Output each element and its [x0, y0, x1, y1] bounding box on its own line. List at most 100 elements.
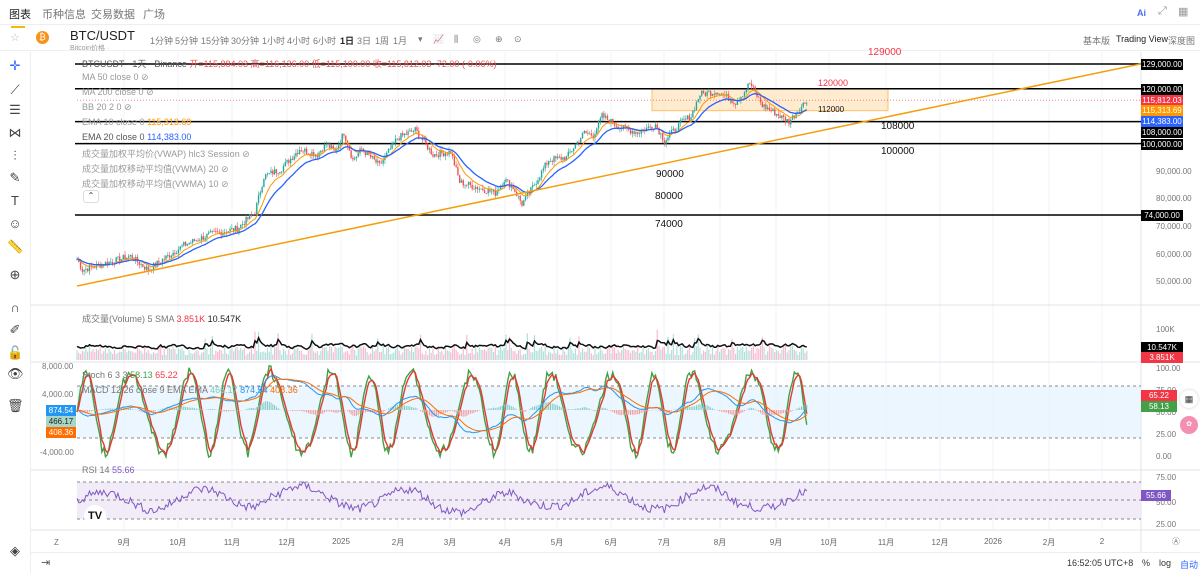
layers-icon[interactable]: ◈: [7, 543, 23, 559]
tf-4h[interactable]: 4小时: [287, 34, 310, 47]
macd-hist-bar: [384, 410, 386, 412]
candle-body: [715, 92, 717, 95]
assistant-icon[interactable]: ✿: [1180, 416, 1198, 434]
tf-3d[interactable]: 3日: [357, 34, 371, 47]
tab-square[interactable]: 广场: [143, 6, 165, 22]
ruler-icon[interactable]: 📏: [7, 239, 23, 255]
macd-hist-bar: [444, 410, 446, 413]
eye-off-icon[interactable]: ⊘: [146, 87, 154, 97]
mode-depth[interactable]: 深度图: [1168, 34, 1195, 47]
volume-bar: [236, 346, 238, 360]
log-toggle[interactable]: log: [1159, 558, 1171, 568]
timezone-label[interactable]: Z: [54, 538, 59, 547]
legend-vwma10[interactable]: 成交量加权移动平均值(VWMA) 10 ⊘: [82, 177, 229, 190]
more-timeframes-icon[interactable]: ▾: [418, 34, 423, 45]
trendline-icon[interactable]: ⟋: [7, 82, 23, 98]
tf-1m[interactable]: 1分钟: [150, 34, 173, 47]
collapse-legend-button[interactable]: ⌃: [83, 190, 99, 203]
volume-bar: [576, 354, 578, 360]
magnet-icon[interactable]: ∩: [7, 300, 23, 316]
ai-icon[interactable]: Ai: [1137, 8, 1146, 18]
tf-1h[interactable]: 1小时: [262, 34, 285, 47]
mode-basic[interactable]: 基本版: [1083, 34, 1110, 47]
tf-6h[interactable]: 6小时: [313, 34, 336, 47]
eye-off-icon[interactable]: ⊘: [124, 102, 132, 112]
candle-body: [571, 151, 573, 152]
symbol-title[interactable]: BTC/USDT: [70, 28, 135, 43]
crosshair-icon[interactable]: ✛: [7, 58, 23, 74]
eye-off-icon[interactable]: ⊘: [242, 149, 250, 159]
eye-off-icon[interactable]: ⊘: [141, 72, 149, 82]
chart-canvas[interactable]: [0, 0, 1200, 573]
legend-ema10[interactable]: EMA 10 close 0 115,313.69: [82, 117, 191, 127]
macd-hist-bar: [224, 410, 226, 412]
symbol-subtitle[interactable]: Bitcoin价格 ·: [70, 43, 109, 53]
brush-icon[interactable]: ✎: [7, 170, 23, 186]
eye-off-icon[interactable]: ⊘: [221, 179, 229, 189]
volume-bar: [320, 350, 322, 360]
trash-icon[interactable]: 🗑: [7, 398, 24, 414]
date-range-icon[interactable]: ⇥: [41, 556, 50, 569]
volume-bar: [295, 349, 297, 360]
candle-body: [788, 118, 790, 125]
legend-vwap[interactable]: 成交量加权平均价(VWAP) hlc3 Session ⊘: [82, 147, 250, 160]
tab-coin-info[interactable]: 币种信息: [42, 6, 86, 22]
legend-ma200[interactable]: MA 200 close 0 ⊘: [82, 87, 154, 98]
tf-1d[interactable]: 1日: [340, 34, 354, 47]
volume-bar: [647, 348, 649, 360]
rsi-tag: 55.66: [1141, 490, 1171, 501]
legend-bb[interactable]: BB 20 2 0 ⊘: [82, 102, 132, 113]
macd-hist-bar: [402, 405, 404, 410]
layout-icon[interactable]: ▦: [1178, 5, 1188, 18]
macd-hist-bar: [562, 408, 564, 410]
legend-vwma20[interactable]: 成交量加权移动平均值(VWMA) 20 ⊘: [82, 162, 229, 175]
candle-body: [186, 244, 189, 246]
macd-hist-bar: [704, 404, 706, 410]
lock-drawing-icon[interactable]: ✐: [7, 322, 23, 338]
chart-type-icon[interactable]: ⫼: [454, 34, 458, 45]
widget-icon[interactable]: ▦: [1180, 390, 1198, 408]
tf-15m[interactable]: 15分钟: [201, 34, 229, 47]
settings-icon[interactable]: ⊙: [514, 34, 522, 45]
volume-bar: [302, 354, 304, 360]
auto-toggle[interactable]: 自动: [1180, 558, 1198, 571]
tab-chart[interactable]: 图表: [9, 6, 31, 28]
text-icon[interactable]: T: [7, 193, 23, 209]
macd-hist-bar: [747, 408, 749, 410]
volume-bar: [749, 350, 751, 360]
projection-icon[interactable]: ⫶: [7, 148, 23, 164]
indicator-label: 成交量加权移动平均值(VWMA) 10: [82, 179, 219, 189]
percent-toggle[interactable]: %: [1142, 558, 1150, 568]
volume-bar: [777, 351, 779, 360]
candle-body: [302, 151, 304, 153]
mode-tradingview[interactable]: Trading View: [1116, 34, 1168, 44]
macd-hist-bar: [334, 410, 336, 413]
legend-ema20[interactable]: EMA 20 close 0 114,383.00: [82, 132, 191, 142]
lock-icon[interactable]: 🔓: [7, 345, 23, 361]
volume-bar: [758, 348, 760, 360]
tf-1w[interactable]: 1周: [375, 34, 389, 47]
eye-icon[interactable]: 👁: [7, 366, 24, 382]
legend-ma50[interactable]: MA 50 close 0 ⊘: [82, 72, 149, 83]
indicator-label: MA 50 close 0: [82, 72, 139, 82]
parallel-lines-icon[interactable]: ☰: [7, 102, 23, 118]
zoom-in-icon[interactable]: ⊕: [7, 267, 23, 283]
emoji-icon[interactable]: ☺: [7, 216, 23, 232]
volume-bar: [336, 348, 338, 360]
star-icon[interactable]: ☆: [10, 31, 20, 44]
expand-icon[interactable]: ⤢: [1158, 5, 1167, 18]
tf-5m[interactable]: 5分钟: [175, 34, 198, 47]
auto-scale-icon[interactable]: Ⓐ: [1172, 536, 1180, 547]
macd-hist-bar: [227, 410, 229, 412]
add-icon[interactable]: ⊕: [495, 34, 503, 45]
tf-1mo[interactable]: 1月: [393, 34, 407, 47]
eye-off-icon[interactable]: ⊘: [221, 164, 229, 174]
candle-body: [412, 131, 415, 132]
pattern-icon[interactable]: ⋈: [7, 125, 23, 141]
tradingview-logo[interactable]: TV: [84, 505, 106, 527]
tab-trading-data[interactable]: 交易数据: [91, 6, 135, 22]
camera-icon[interactable]: ◎: [473, 34, 481, 45]
indicators-icon[interactable]: 📈: [433, 34, 444, 45]
tf-30m[interactable]: 30分钟: [231, 34, 259, 47]
macd-hist-bar: [633, 410, 635, 415]
